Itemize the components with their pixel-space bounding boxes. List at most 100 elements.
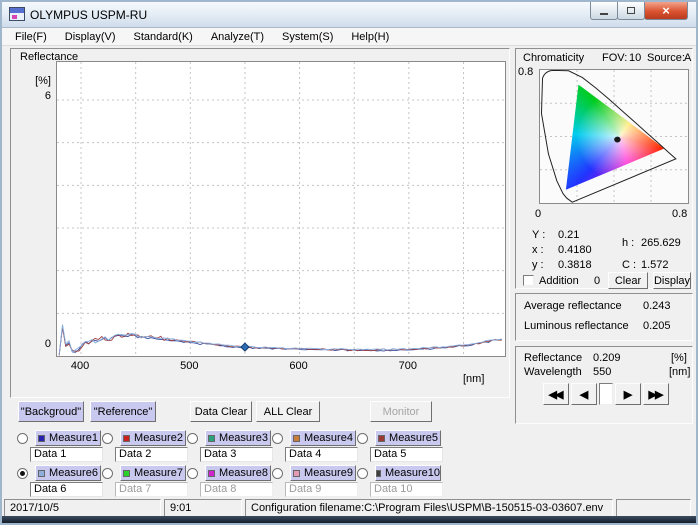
clear-button[interactable]: Clear bbox=[608, 272, 648, 289]
addition-checkbox[interactable] bbox=[523, 275, 534, 286]
measure-2-radio[interactable] bbox=[102, 433, 113, 444]
measure-2-button[interactable]: Measure2 bbox=[120, 430, 186, 446]
window-controls: × bbox=[591, 2, 688, 20]
measure-6-radio[interactable] bbox=[17, 468, 28, 479]
measure-5-radio[interactable] bbox=[357, 433, 368, 444]
step-backward-button[interactable]: ◀ bbox=[571, 383, 597, 405]
monitor-button[interactable]: Monitor bbox=[370, 401, 432, 422]
h-value: 265.629 bbox=[641, 237, 681, 249]
measure-3-radio[interactable] bbox=[187, 433, 198, 444]
data-7-field[interactable]: Data 7 bbox=[115, 482, 188, 497]
average-panel: Average reflectance 0.243 Luminous refle… bbox=[515, 293, 693, 341]
cursor-reflectance-value: 0.209 bbox=[593, 352, 621, 364]
luminous-reflectance-value: 0.205 bbox=[643, 320, 671, 332]
reference-button[interactable]: "Reference" bbox=[90, 401, 156, 422]
chroma-y-axis-max: 0.8 bbox=[518, 66, 533, 78]
data-5-field[interactable]: Data 5 bbox=[370, 447, 443, 462]
spectrum-series-measure1 bbox=[59, 327, 502, 354]
measure-2-label: Measure2 bbox=[134, 432, 183, 444]
measure-7-button[interactable]: Measure7 bbox=[120, 465, 186, 481]
data-clear-button[interactable]: Data Clear bbox=[190, 401, 252, 422]
data-1-field[interactable]: Data 1 bbox=[30, 447, 103, 462]
y-label: y : bbox=[532, 259, 544, 271]
measure-1-color-swatch bbox=[38, 435, 45, 442]
data-6-field[interactable]: Data 6 bbox=[30, 482, 103, 497]
measure-4-radio[interactable] bbox=[272, 433, 283, 444]
data-2-field[interactable]: Data 2 bbox=[115, 447, 188, 462]
window-title: OLYMPUS USPM-RU bbox=[30, 8, 147, 22]
fast-forward-icon: ▶▶ bbox=[649, 388, 662, 401]
x-value: 0.4180 bbox=[558, 244, 592, 256]
spectral-locus bbox=[540, 70, 688, 203]
spectrum-series-measure6 bbox=[59, 325, 502, 355]
measure-10-label: Measure10 bbox=[385, 467, 440, 479]
data-4-field[interactable]: Data 4 bbox=[285, 447, 358, 462]
measure-1-radio[interactable] bbox=[17, 433, 28, 444]
title-bar: OLYMPUS USPM-RU × bbox=[2, 2, 696, 28]
measure-3-button[interactable]: Measure3 bbox=[205, 430, 271, 446]
measure-9-label: Measure9 bbox=[304, 467, 353, 479]
cursor-marker[interactable] bbox=[241, 343, 249, 351]
measure-2-color-swatch bbox=[123, 435, 130, 442]
x-tick-500: 500 bbox=[174, 360, 204, 372]
measure-6-button[interactable]: Measure6 bbox=[35, 465, 101, 481]
data-9-field[interactable]: Data 9 bbox=[285, 482, 358, 497]
menu-item-display[interactable]: Display(V) bbox=[56, 29, 125, 45]
menu-item-system[interactable]: System(S) bbox=[273, 29, 342, 45]
measure-10-color-swatch bbox=[376, 470, 381, 477]
measure-6-label: Measure6 bbox=[49, 467, 98, 479]
measure-4-button[interactable]: Measure4 bbox=[290, 430, 356, 446]
average-reflectance-value: 0.243 bbox=[643, 300, 671, 312]
measure-9-radio[interactable] bbox=[272, 468, 283, 479]
measure-1-button[interactable]: Measure1 bbox=[35, 430, 101, 446]
data-10-field[interactable]: Data 10 bbox=[370, 482, 443, 497]
menu-item-analyze[interactable]: Analyze(T) bbox=[202, 29, 273, 45]
close-button[interactable]: × bbox=[644, 2, 688, 20]
measure-7-radio[interactable] bbox=[102, 468, 113, 479]
C-label: C : bbox=[622, 259, 636, 271]
measure-8-color-swatch bbox=[208, 470, 215, 477]
chromaticity-diagram bbox=[539, 69, 689, 204]
measure-5-label: Measure5 bbox=[389, 432, 438, 444]
maximize-button[interactable] bbox=[617, 2, 645, 20]
Y-value: 0.21 bbox=[558, 229, 579, 241]
minimize-icon bbox=[600, 13, 608, 15]
menu-bar: File(F)Display(V)Standard(K)Analyze(T)Sy… bbox=[2, 28, 696, 46]
spectrum-chart bbox=[57, 62, 505, 356]
measure-7-label: Measure7 bbox=[134, 467, 183, 479]
measurement-point bbox=[614, 137, 621, 143]
step-backward-icon: ◀ bbox=[580, 388, 586, 401]
chroma-x-axis-min: 0 bbox=[535, 208, 541, 220]
measure-8-radio[interactable] bbox=[187, 468, 198, 479]
measure-10-radio[interactable] bbox=[357, 468, 368, 479]
fast-forward-button[interactable]: ▶▶ bbox=[643, 383, 669, 405]
step-forward-button[interactable]: ▶ bbox=[615, 383, 641, 405]
display-button[interactable]: Display bbox=[653, 272, 691, 289]
measure-1-label: Measure1 bbox=[49, 432, 98, 444]
measure-3-color-swatch bbox=[208, 435, 215, 442]
close-icon: × bbox=[662, 4, 670, 17]
menu-item-standard[interactable]: Standard(K) bbox=[125, 29, 202, 45]
data-8-field[interactable]: Data 8 bbox=[200, 482, 273, 497]
menu-item-help[interactable]: Help(H) bbox=[342, 29, 398, 45]
menu-item-file[interactable]: File(F) bbox=[6, 29, 56, 45]
measure-3-label: Measure3 bbox=[219, 432, 268, 444]
data-3-field[interactable]: Data 3 bbox=[200, 447, 273, 462]
measure-8-button[interactable]: Measure8 bbox=[205, 465, 271, 481]
measure-9-button[interactable]: Measure9 bbox=[290, 465, 356, 481]
cursor-reflectance-unit: [%] bbox=[671, 352, 687, 364]
fov-value: 10 bbox=[629, 52, 641, 64]
C-value: 1.572 bbox=[641, 259, 669, 271]
y-axis-max-label: 6 bbox=[23, 90, 51, 102]
all-clear-button[interactable]: ALL Clear bbox=[256, 401, 320, 422]
fast-backward-button[interactable]: ◀◀ bbox=[543, 383, 569, 405]
backgroud-button[interactable]: "Backgroud" bbox=[18, 401, 84, 422]
measure-5-button[interactable]: Measure5 bbox=[375, 430, 441, 446]
cursor-wavelength-label: Wavelength bbox=[524, 366, 582, 378]
measure-5-color-swatch bbox=[378, 435, 385, 442]
minimize-button[interactable] bbox=[590, 2, 618, 20]
measure-4-label: Measure4 bbox=[304, 432, 353, 444]
measure-10-button[interactable]: Measure10 bbox=[375, 465, 441, 481]
x-axis-unit: [nm] bbox=[463, 373, 484, 385]
wavelength-nav: ◀◀◀▶▶▶ bbox=[543, 383, 671, 405]
